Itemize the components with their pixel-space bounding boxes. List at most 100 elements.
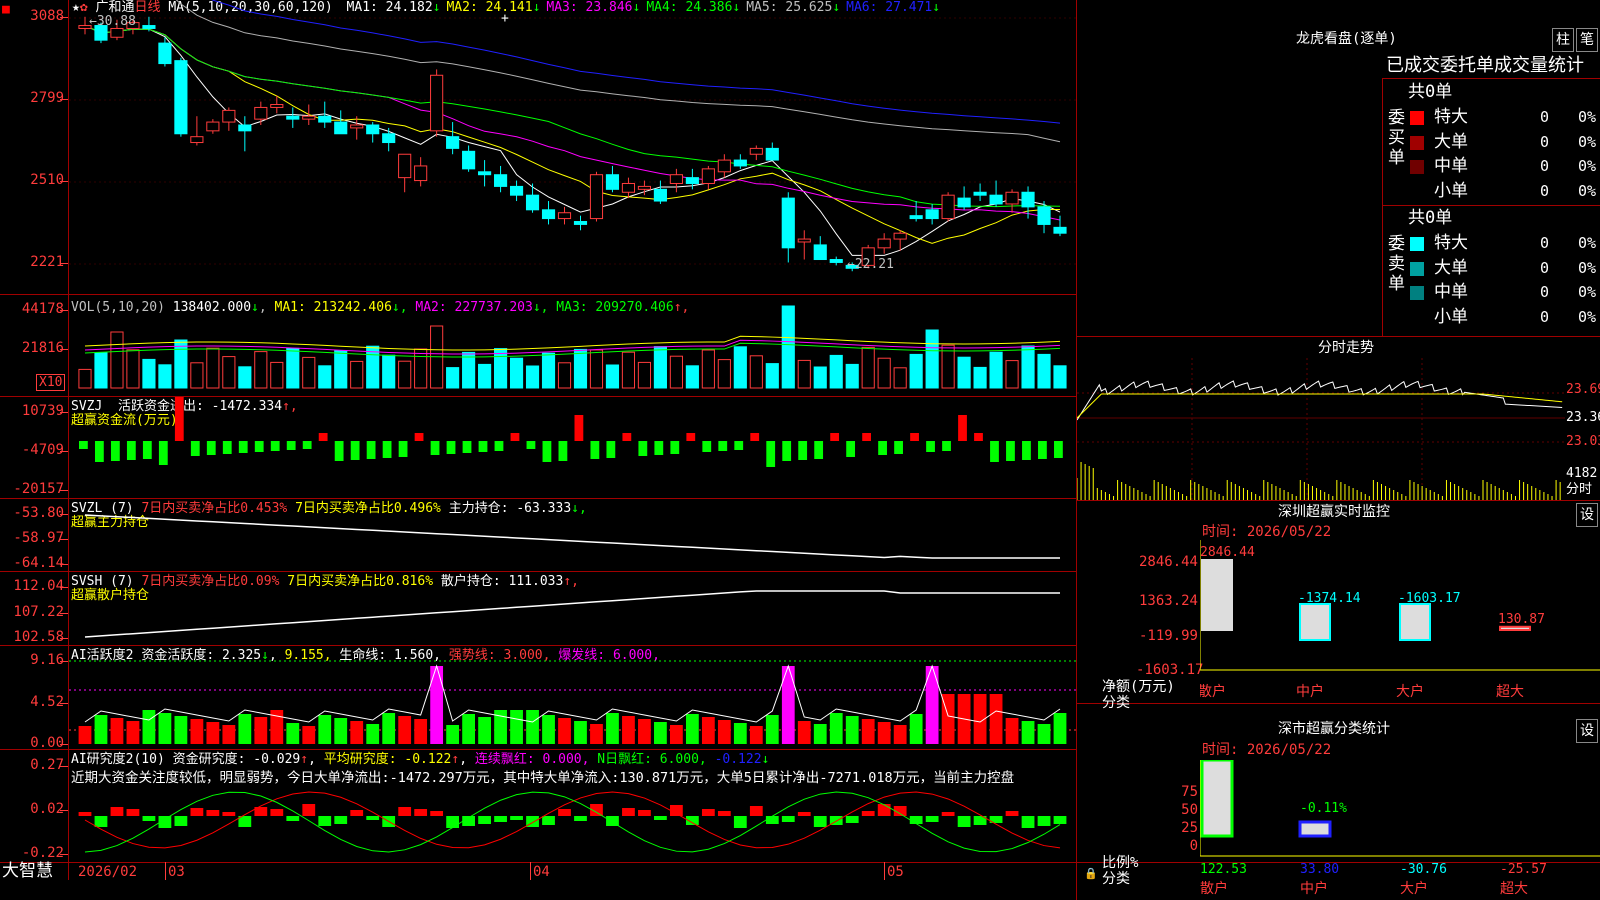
activity-bar (302, 726, 316, 744)
activity-bar (813, 724, 827, 744)
candle (446, 122, 460, 155)
candle-body (573, 221, 588, 225)
volume-bar (350, 360, 364, 389)
volume-bar (781, 305, 795, 389)
research-bar (957, 816, 971, 827)
research-bar (1005, 811, 1019, 816)
y-tick: 102.58 (13, 629, 64, 645)
bar-value: 130.87 (1498, 612, 1545, 627)
candle-body (973, 191, 987, 196)
flow-bar (910, 433, 919, 441)
volume-bar (925, 329, 939, 389)
activity-bar (238, 714, 252, 744)
activity-chart[interactable] (69, 646, 1076, 749)
flow-bar (1006, 441, 1015, 461)
candle-body (813, 244, 827, 261)
y-tick: 2846.44 (1138, 554, 1198, 570)
volume-bar (382, 354, 396, 389)
flow-bar (526, 441, 536, 449)
tick-view-button[interactable]: 笔 (1576, 28, 1598, 52)
y-tick: 2799 (30, 90, 64, 106)
y-tick: 112.04 (13, 578, 64, 594)
candle-body (174, 60, 188, 135)
szfl-settings-button[interactable]: 设 (1576, 719, 1598, 743)
candle-body (685, 177, 699, 184)
szfl-xlabel: 分类 (1102, 871, 1130, 887)
color-swatch (1410, 111, 1424, 125)
research-bar (318, 816, 332, 826)
volume-bar (765, 363, 779, 389)
fenshi-vol: 4182 (1566, 466, 1598, 481)
research-bar (398, 807, 412, 816)
volume-bar (861, 346, 875, 389)
volume-bar (110, 331, 124, 389)
candle (525, 183, 540, 213)
candle-body (877, 238, 891, 249)
activity-bar (126, 721, 140, 744)
activity-bar (414, 719, 428, 744)
fund-flow-chart[interactable] (69, 397, 1076, 498)
volume-bar (206, 347, 220, 389)
volume-bar (190, 362, 204, 389)
szss-ylabel: 净额(万元) (1102, 679, 1175, 695)
flow-bar (270, 441, 280, 451)
research-bar (350, 810, 364, 816)
flow-bar (814, 441, 824, 459)
bar-view-button[interactable]: 柱 (1552, 28, 1574, 52)
volume-chart[interactable] (69, 295, 1076, 396)
flow-bar (366, 441, 376, 459)
candle (174, 57, 188, 137)
flow-bar (110, 441, 120, 461)
y-tick: -4709 (21, 442, 64, 458)
y-tick: 0.27 (30, 757, 64, 773)
flow-bar (782, 441, 792, 461)
order-type: 小单 (1434, 306, 1468, 327)
y-tick: -20157 (13, 481, 64, 497)
candle (238, 116, 252, 152)
sz-realtime-bar-chart[interactable]: 2846.44 散户 -1374.14 中户 -1603.17 大户 130.87 超大 (1200, 540, 1600, 700)
order-pct: 0% (1578, 307, 1597, 326)
research-bar (1021, 816, 1035, 828)
flow-bar (142, 441, 152, 459)
bar-category: 超大 (1500, 881, 1528, 897)
order-type: 中单 (1434, 282, 1468, 302)
flow-bar (174, 397, 184, 441)
candle (765, 142, 779, 161)
candle (925, 203, 939, 225)
retail-position-chart[interactable] (69, 572, 1076, 645)
candle-body (669, 174, 683, 184)
szfl-title: 深市超赢分类统计 (1278, 721, 1390, 737)
sz-category-bar-chart[interactable]: -0.11% 122.53 散户 33.80 中户 -30.76 大户 -25.57 超大 (1200, 760, 1600, 900)
tick-mark (60, 613, 68, 614)
activity-line (84, 664, 1061, 723)
candlestick-chart[interactable]: ←30.88 ←22.21 + (69, 0, 1076, 294)
order-count: 0 (1540, 132, 1550, 151)
volume-bar (94, 352, 108, 389)
activity-bar (909, 714, 923, 744)
volume-bar (541, 352, 556, 389)
flow-bar (830, 433, 840, 441)
order-total: 共0单 (1408, 82, 1453, 102)
candle (557, 206, 572, 225)
flow-bar (734, 441, 744, 450)
order-pct: 0% (1578, 234, 1597, 252)
szss-title: 深圳超赢实时监控 (1278, 504, 1390, 520)
volume-bar (302, 356, 316, 389)
research-bar (190, 808, 204, 816)
bar-rect (1499, 625, 1531, 632)
order-type: 中单 (1434, 156, 1468, 176)
research-chart[interactable] (69, 750, 1076, 862)
y-tick: 9.16 (30, 652, 64, 668)
main-position-chart[interactable] (69, 499, 1076, 571)
flow-bar (622, 433, 632, 441)
flow-bar (654, 441, 664, 455)
flow-bar (590, 441, 600, 459)
intraday-chart[interactable] (1077, 358, 1565, 500)
tick-mark (60, 263, 68, 264)
order-pct: 0% (1578, 132, 1597, 151)
szss-settings-button[interactable]: 设 (1576, 503, 1598, 527)
candle-body (334, 121, 348, 135)
color-swatch (1410, 286, 1424, 300)
candle (1021, 186, 1035, 219)
y-tick: -1603.17 (1136, 662, 1204, 678)
